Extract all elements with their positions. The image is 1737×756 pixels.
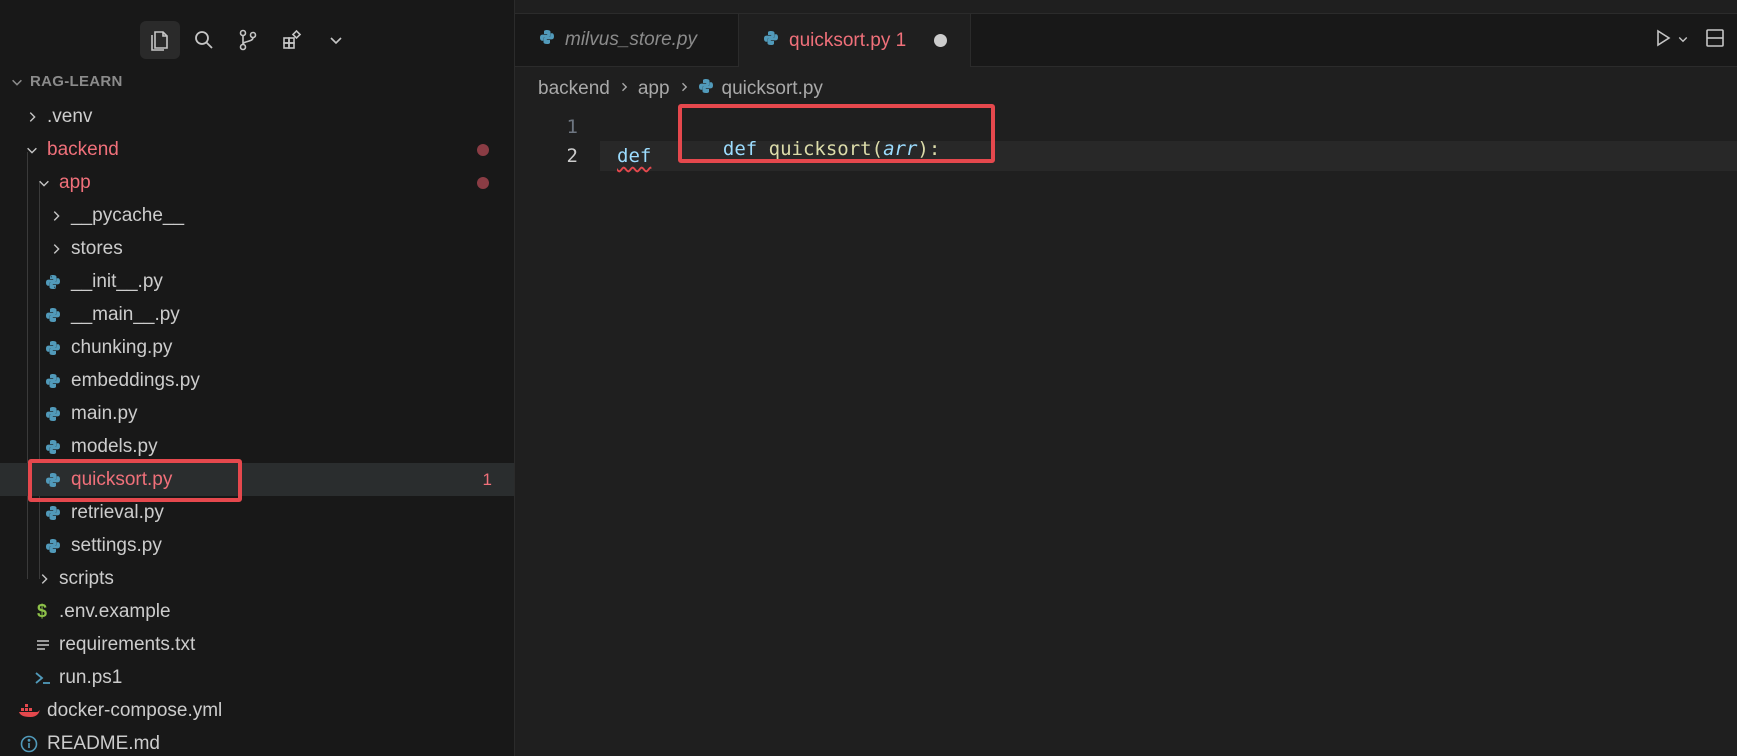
python-file-icon [539,29,555,51]
chevron-right-icon [48,199,64,232]
chevron-down-icon [36,166,52,199]
tree-item-main-dunder-py[interactable]: __main__.py [0,298,514,331]
tree-item-docker-compose[interactable]: docker-compose.yml [0,694,514,727]
python-file-icon [45,298,61,331]
tab-label: milvus_store.py [565,29,697,50]
text-lines-icon [35,628,51,661]
code-line-2[interactable]: def [617,145,651,167]
modified-dot [477,144,489,156]
chevron-right-icon [36,562,52,595]
source-control-icon[interactable] [228,21,268,59]
dollar-icon: $ [36,601,47,621]
tree-item-label: run.ps1 [59,667,123,688]
files-icon[interactable] [140,21,180,59]
chevron-right-icon [48,232,64,265]
activity-toolbar [140,21,356,59]
tree-item-label: settings.py [71,535,162,556]
unsaved-dot-icon[interactable] [934,34,948,47]
docker-icon [18,694,40,727]
code-keyword-def[interactable]: def [617,145,651,167]
problem-count-badge: 1 [482,470,492,489]
tree-item-label: requirements.txt [59,634,196,655]
tree-item-settings-py[interactable]: settings.py [0,529,514,562]
run-icon[interactable] [1653,28,1673,53]
line-number: 1 [566,116,578,138]
tree-item-run-ps1[interactable]: run.ps1 [0,661,514,694]
annotation-highlight-box [28,459,242,502]
python-file-icon [45,265,61,298]
tree-item-label: app [59,172,91,193]
tree-item-label: __main__.py [71,304,180,325]
python-file-icon [45,331,61,364]
tree-item-label: __pycache__ [71,205,185,226]
tree-item-backend[interactable]: backend [0,133,514,166]
tree-item-stores[interactable]: stores [0,232,514,265]
sidebar-top-strip [0,0,514,14]
tree-item-label: backend [47,139,119,160]
tab-quicksort[interactable]: quicksort.py 1 [739,14,971,67]
tree-item-label: .env.example [59,601,171,622]
chevron-down-icon [12,79,22,86]
search-icon[interactable] [184,21,224,59]
breadcrumb-item[interactable]: backend [538,78,610,100]
tree-item-label: docker-compose.yml [47,700,223,721]
annotation-highlight-box [678,104,995,163]
python-file-icon [45,364,61,397]
breadcrumb-item[interactable]: quicksort.py [722,78,823,100]
tree-item-venv[interactable]: .venv [0,100,514,133]
chevron-down-icon [24,133,40,166]
tree-item-chunking-py[interactable]: chunking.py [0,331,514,364]
python-file-icon [698,78,714,100]
tree-item-main-py[interactable]: main.py [0,397,514,430]
tree-item-label: __init__.py [71,271,163,292]
chevron-right-icon [24,100,40,133]
breadcrumb-item[interactable]: app [638,78,670,100]
tree-item-label: scripts [59,568,114,589]
chevron-down-icon[interactable] [316,21,356,59]
tree-item-label: .venv [47,106,93,127]
tree-item-label: main.py [71,403,138,424]
tree-item-label: README.md [47,733,160,754]
tree-item-label: embeddings.py [71,370,200,391]
explorer-root-header[interactable]: RAG-LEARN [10,73,123,90]
editor-actions [1653,28,1725,53]
split-editor-icon[interactable] [1705,28,1725,53]
run-dropdown-chevron-icon[interactable] [1677,32,1689,50]
tree-item-init-py[interactable]: __init__.py [0,265,514,298]
tree-item-embeddings-py[interactable]: embeddings.py [0,364,514,397]
line-number: 2 [566,145,578,167]
editor-tab-bar: milvus_store.py quicksort.py 1 [515,14,1737,67]
python-file-icon [45,529,61,562]
explorer-sidebar: RAG-LEARN .venv backend app __pycache__ [0,0,515,756]
tab-label: quicksort.py 1 [789,29,907,51]
tree-item-requirements-txt[interactable]: requirements.txt [0,628,514,661]
tree-item-pycache[interactable]: __pycache__ [0,199,514,232]
file-tree: .venv backend app __pycache__ stores __i… [0,100,514,756]
tab-milvus-store[interactable]: milvus_store.py [515,14,739,66]
python-file-icon [763,30,779,52]
extensions-icon[interactable] [272,21,312,59]
breadcrumb: backend app quicksort.py [538,78,823,100]
explorer-root-label: RAG-LEARN [30,73,123,90]
tree-item-readme[interactable]: README.md [0,727,514,756]
powershell-icon [33,661,53,694]
tree-item-label: chunking.py [71,337,173,358]
modified-dot [477,177,489,189]
chevron-right-icon [618,80,630,98]
tree-item-env-example[interactable]: $ .env.example [0,595,514,628]
python-file-icon [45,397,61,430]
chevron-right-icon [678,80,690,98]
info-icon [20,727,38,756]
tree-item-app[interactable]: app [0,166,514,199]
tree-item-scripts[interactable]: scripts [0,562,514,595]
tree-item-label: stores [71,238,123,259]
